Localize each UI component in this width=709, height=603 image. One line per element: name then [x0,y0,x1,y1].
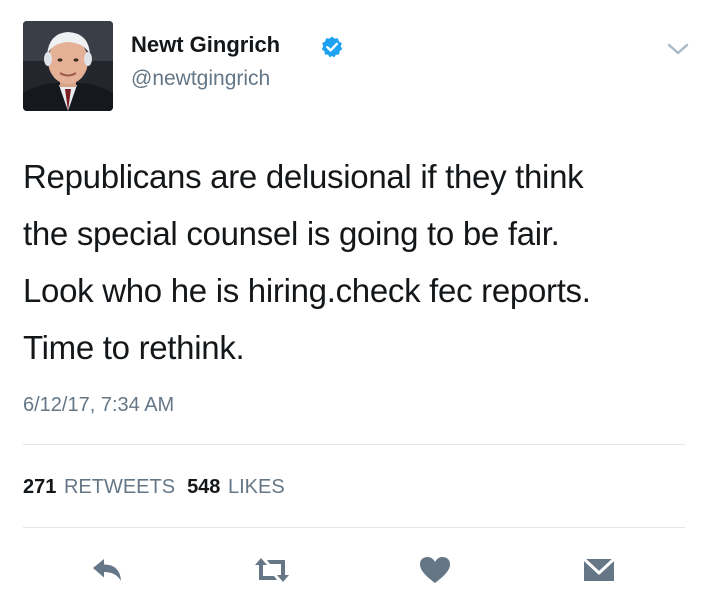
retweets-label: RETWEETS [63,476,176,498]
tweet-text-line: Look who he is hiring.check fec reports. [23,272,591,309]
tweet-text: Republicans are delusional if they think… [23,148,683,376]
retweets-count: 271 [23,476,57,498]
tweet-text-line: Time to rethink. [23,329,245,366]
tweet-stats: 271 RETWEETS 548 LIKES [23,476,285,499]
display-name[interactable]: Newt Gingrich [131,32,280,58]
user-handle[interactable]: @newtgingrich [131,67,270,91]
like-icon[interactable] [417,554,453,586]
avatar-image [23,21,113,111]
verified-badge-icon [321,36,343,58]
divider [23,527,685,528]
retweets-stat[interactable]: 271 RETWEETS [23,476,175,498]
tweet-card: Newt Gingrich @newtgingrich Republicans … [0,0,709,603]
likes-label: LIKES [228,476,285,498]
reply-icon[interactable] [90,554,126,586]
retweet-icon[interactable] [252,554,292,586]
message-icon[interactable] [581,554,617,586]
likes-count: 548 [187,476,221,498]
chevron-down-icon[interactable] [665,40,691,58]
divider [23,444,685,445]
likes-stat[interactable]: 548 LIKES [187,476,285,498]
tweet-text-line: Republicans are delusional if they think [23,158,584,195]
tweet-text-line: the special counsel is going to be fair. [23,215,560,252]
tweet-timestamp[interactable]: 6/12/17, 7:34 AM [23,394,174,417]
avatar[interactable] [23,21,113,111]
